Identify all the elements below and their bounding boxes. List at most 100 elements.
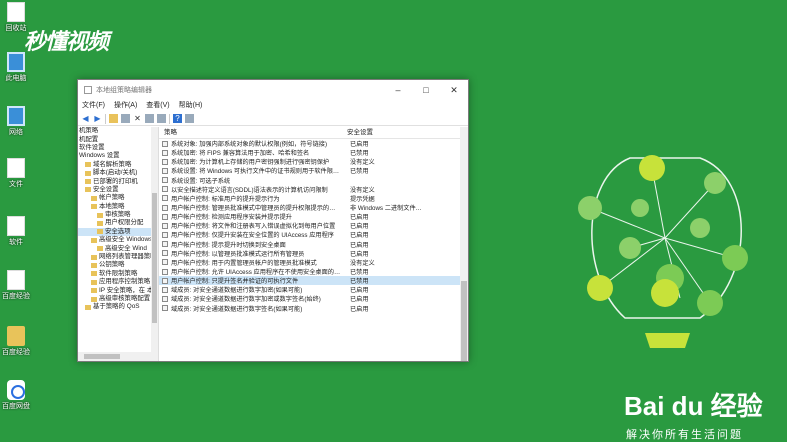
tree-item[interactable]: IP 安全策略，在 本	[78, 286, 158, 294]
policy-row[interactable]: 用户帐户控制: 检测应用程序安装并提示提升 已启用	[159, 212, 468, 221]
forward-arrow-icon[interactable]: ▶	[93, 114, 102, 123]
menu-view[interactable]: 查看(V)	[146, 100, 169, 112]
tree-item[interactable]: 网络列表管理器策略	[78, 253, 158, 261]
window-title: 本地组策略编辑器	[96, 87, 152, 94]
show-hide-tree-icon[interactable]	[121, 114, 130, 123]
folder-icon	[91, 195, 97, 201]
export-list-icon[interactable]	[157, 114, 166, 123]
column-header-setting[interactable]: 安全设置	[345, 127, 373, 138]
policy-icon	[162, 177, 168, 184]
tree-item-label: 高级安全 Wind	[105, 244, 147, 252]
policy-name: 系统加密: 为计算机上存储的用户密钥强制进行强密钥保护	[171, 159, 330, 167]
tree-item[interactable]: 域名解析策略	[78, 161, 158, 169]
baidu-slogan: 解决你所有生活问题	[626, 429, 743, 441]
policy-row[interactable]: 用户帐户控制: 允许 UIAccess 应用程序在不使用安全桌面的… 已禁用	[159, 267, 468, 276]
tree-item[interactable]: 高级安全 Windows	[78, 236, 158, 244]
policy-row[interactable]: 域成员: 对安全通道数据进行数字加密(如果可能) 已启用	[159, 285, 468, 294]
tree-item[interactable]: 公钥策略	[78, 261, 158, 269]
maximize-icon[interactable]: □	[412, 85, 440, 95]
desktop-icon[interactable]: 百度经验	[0, 270, 32, 301]
policy-row[interactable]: 系统对象: 加强内部系统对象的默认权限(例如，符号链接) 已启用	[159, 139, 468, 148]
policy-name: 用户帐户控制: 以管理员批准模式运行所有管理员	[171, 250, 305, 258]
desktop-icon-label: 百度网盘	[2, 403, 30, 410]
tree-item[interactable]: 高级审核策略配置	[78, 295, 158, 303]
console-icon[interactable]	[185, 114, 194, 123]
video-watermark: 秒懂视频	[24, 29, 109, 54]
menu-bar: 文件(F) 操作(A) 查看(V) 帮助(H)	[78, 100, 468, 112]
file-icon	[7, 158, 25, 178]
menu-action[interactable]: 操作(A)	[114, 100, 137, 112]
minimize-icon[interactable]: –	[384, 85, 412, 95]
help-icon[interactable]: ?	[173, 114, 182, 123]
menu-help[interactable]: 帮助(H)	[179, 100, 203, 112]
delete-icon[interactable]: ✕	[133, 114, 142, 123]
list-vertical-scrollbar[interactable]	[460, 127, 468, 361]
tree-item[interactable]: 已部署的打印机	[78, 177, 158, 185]
policy-row[interactable]: 域成员: 对安全通道数据进行数字签名(如果可能) 已启用	[159, 304, 468, 313]
policy-row[interactable]: 系统设置: 可选子系统	[159, 176, 468, 185]
policy-name: 域成员: 对安全通道数据进行数字签名(如果可能)	[171, 305, 303, 313]
tree-item-label: 用户权限分配	[105, 219, 144, 227]
policy-setting: 没有定义	[350, 259, 375, 267]
tree-item-label: 高级安全 Windows	[99, 236, 153, 244]
policy-row[interactable]: 以安全描述符定义语言(SDDL)语法表示的计算机访问限制 没有定义	[159, 185, 468, 194]
policy-row[interactable]: 系统加密: 将 FIPS 兼容算法用于加密、哈希和签名 已禁用	[159, 148, 468, 157]
policy-row[interactable]: 用户帐户控制: 将文件和注册表写入错误虚拟化到每用户位置 已启用	[159, 221, 468, 230]
policy-icon	[162, 167, 168, 174]
folder-up-icon[interactable]	[109, 114, 118, 123]
tree-horizontal-scrollbar[interactable]	[78, 352, 158, 361]
folder-icon	[97, 220, 103, 226]
tree-item[interactable]: 脚本(启动/关机)	[78, 169, 158, 177]
policy-row[interactable]: 用户帐户控制: 管理员批准模式中管理员的提升权限提示的… 非 Windows 二进…	[159, 203, 468, 212]
tree-item[interactable]: 基于策略的 QoS	[78, 303, 158, 311]
policy-list: 策略 安全设置 系统对象: 加强内部系统对象的默认权限(例如，符号链接) 已启用系…	[159, 127, 468, 361]
desktop-icon[interactable]: 百度经验	[0, 326, 32, 357]
tree-item[interactable]: Windows 设置	[78, 152, 158, 160]
tree-item[interactable]: 安全设置	[78, 186, 158, 194]
close-icon[interactable]: ✕	[440, 85, 468, 96]
desktop-icon-label: 回收站	[5, 25, 27, 32]
tree-item[interactable]: 帐户策略	[78, 194, 158, 202]
desktop-icon[interactable]: 文件	[0, 158, 32, 189]
tree-item[interactable]: 软件限制策略	[78, 270, 158, 278]
tree-item[interactable]: 安全选项	[78, 227, 158, 237]
desktop-icon[interactable]: 软件	[0, 216, 32, 247]
policy-row[interactable]: 用户帐户控制: 提示提升时切换到安全桌面 已启用	[159, 240, 468, 249]
desktop-icon[interactable]: 回收站	[0, 2, 32, 33]
policy-row[interactable]: 用户帐户控制: 以管理员批准模式运行所有管理员 已启用	[159, 249, 468, 258]
policy-row[interactable]: 用户帐户控制: 只提升签名并验证的可执行文件 已禁用	[159, 276, 468, 286]
tree-vertical-scrollbar[interactable]	[151, 127, 158, 352]
desktop-icon[interactable]: 百度网盘	[0, 380, 32, 411]
desktop-icon[interactable]: 此电脑	[0, 52, 32, 83]
tree-item[interactable]: 软件设置	[78, 144, 158, 152]
tree-item[interactable]: 应用程序控制策略	[78, 278, 158, 286]
menu-file[interactable]: 文件(F)	[82, 100, 105, 112]
properties-icon[interactable]	[145, 114, 154, 123]
desktop-icon-label: 百度经验	[2, 349, 30, 356]
tree-item-label: 软件限制策略	[99, 269, 138, 277]
back-arrow-icon[interactable]: ◀	[81, 114, 90, 123]
policy-setting: 已启用	[350, 305, 369, 313]
policy-setting: 已禁用	[350, 269, 369, 277]
tree-item[interactable]: 本地策略	[78, 203, 158, 211]
group-policy-editor-window: 本地组策略编辑器 – □ ✕ 文件(F) 操作(A) 查看(V) 帮助(H) ◀…	[77, 79, 469, 362]
policy-row[interactable]: 系统设置: 将 Windows 可执行文件中的证书规则用于软件限… 已禁用	[159, 166, 468, 175]
tree-item[interactable]: 高级安全 Wind	[78, 244, 158, 252]
tree-item[interactable]: 机策略	[78, 127, 158, 135]
policy-row[interactable]: 系统加密: 为计算机上存储的用户密钥强制进行强密钥保护 没有定义	[159, 157, 468, 166]
policy-icon	[162, 268, 168, 275]
title-bar[interactable]: 本地组策略编辑器 – □ ✕	[78, 80, 468, 100]
toolbar-separator	[169, 113, 170, 124]
tree-item[interactable]: 用户权限分配	[78, 219, 158, 227]
policy-name: 用户帐户控制: 将文件和注册表写入错误虚拟化到每用户位置	[171, 223, 336, 231]
desktop-icon[interactable]: 网络	[0, 106, 32, 137]
policy-row[interactable]: 用户帐户控制: 仅提升安装在安全位置的 UIAccess 应用程序 已启用	[159, 230, 468, 239]
tree-item[interactable]: 机配置	[78, 135, 158, 143]
column-header-policy[interactable]: 策略	[159, 127, 345, 138]
policy-row[interactable]: 用户帐户控制: 标准用户的提升提示行为 提示凭据	[159, 194, 468, 203]
policy-name: 用户帐户控制: 标准用户的提升提示行为	[171, 195, 280, 203]
folder-icon	[97, 212, 103, 218]
policy-row[interactable]: 用户帐户控制: 用于内置管理员帐户的管理员批准模式 没有定义	[159, 258, 468, 267]
desktop-icon-label: 百度经验	[2, 293, 30, 300]
policy-row[interactable]: 域成员: 对安全通道数据进行数字加密或数字签名(始终) 已启用	[159, 294, 468, 303]
